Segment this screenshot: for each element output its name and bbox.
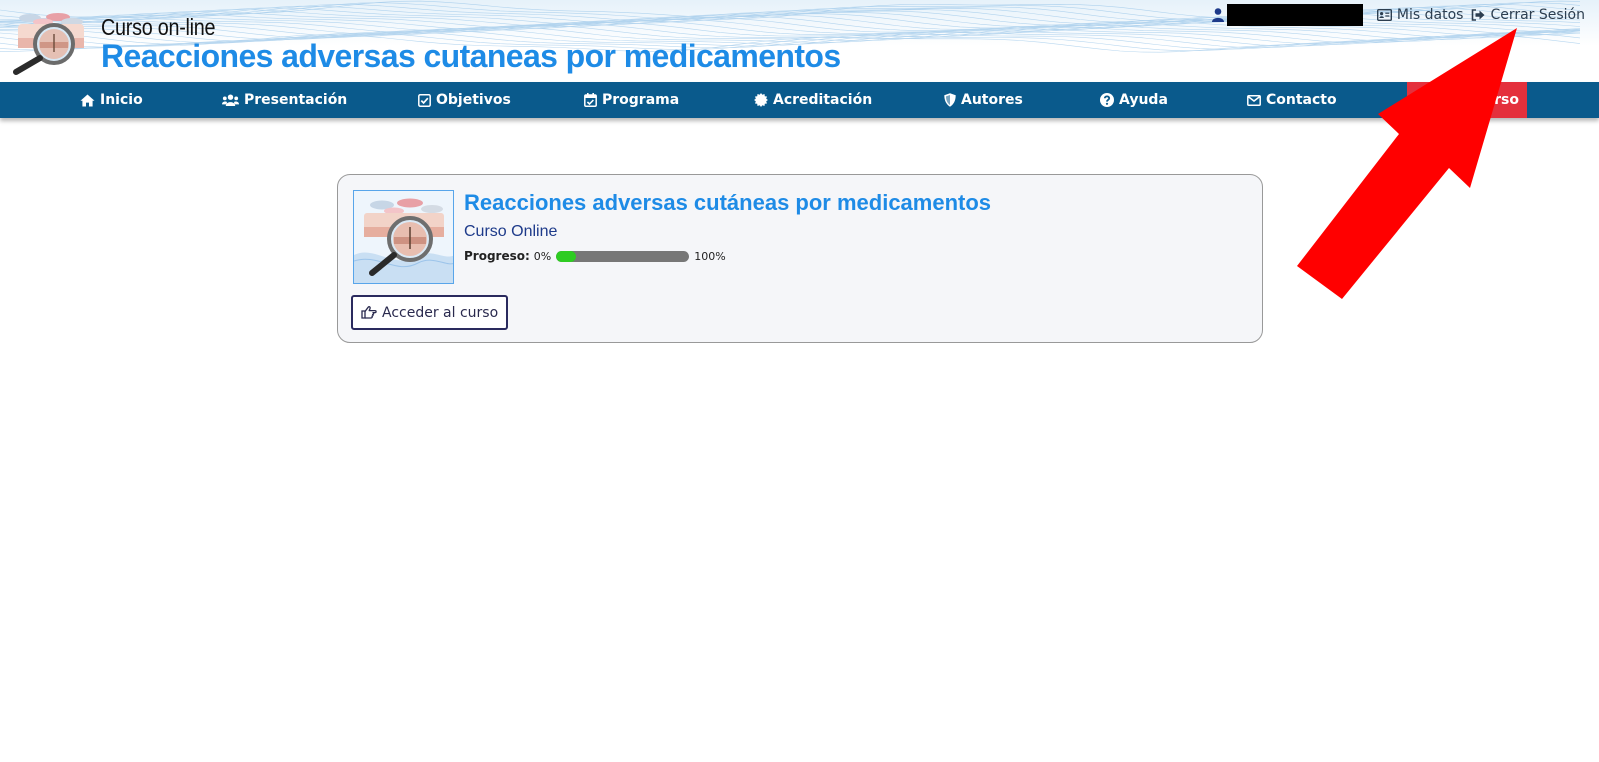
nav-label-programa: Programa: [602, 92, 680, 108]
envelope-icon: [1247, 94, 1261, 106]
user-bar: Mis datos Cerrar Sesión: [1211, 2, 1585, 28]
nav-item-programa[interactable]: Programa: [584, 82, 679, 118]
course-title[interactable]: Reacciones adversas cutáneas por medicam…: [464, 190, 991, 216]
progress-label: Progreso:: [464, 249, 530, 263]
nav-item-autores[interactable]: Autores: [944, 82, 1023, 118]
nav-label-contacto: Contacto: [1266, 92, 1337, 108]
id-card-icon: [1376, 9, 1392, 21]
certificate-icon: [754, 93, 768, 107]
course-thumbnail-image: [354, 191, 453, 283]
course-thumbnail: [353, 190, 454, 284]
nav-label-acreditacion: Acreditación: [773, 92, 873, 108]
nav-item-presentacion[interactable]: Presentación: [222, 82, 347, 118]
site-subtitle: Curso on-line: [101, 14, 216, 40]
nav-label-curso: urso: [1484, 92, 1519, 108]
main-nav: Inicio Presentación Objetivos Programa A…: [0, 82, 1599, 118]
question-circle-icon: [1100, 93, 1114, 107]
access-course-label: Acceder al curso: [382, 304, 499, 321]
sign-out-icon: [1472, 9, 1485, 21]
nav-item-ayuda[interactable]: Ayuda: [1100, 82, 1168, 118]
users-icon: [222, 94, 239, 106]
nav-item-contacto[interactable]: Contacto: [1247, 82, 1337, 118]
progress-bar: [556, 250, 690, 262]
access-course-button[interactable]: Acceder al curso: [351, 295, 509, 330]
calendar-check-icon: [584, 93, 597, 107]
logout-link[interactable]: Cerrar Sesión: [1471, 7, 1585, 23]
my-data-link[interactable]: Mis datos: [1376, 7, 1464, 23]
logout-label: Cerrar Sesión: [1490, 7, 1585, 23]
username-redacted: [1226, 4, 1363, 26]
site-title: Reacciones adversas cutaneas por medicam…: [101, 38, 841, 74]
nav-label-ayuda: Ayuda: [1119, 92, 1168, 108]
progress-max: 100%: [694, 249, 726, 263]
course-type: Curso Online: [464, 223, 558, 240]
user-icon: [1211, 8, 1224, 22]
check-square-icon: [418, 93, 431, 107]
hand-point-right-icon: [361, 306, 377, 319]
site-header: Curso on-line Reacciones adversas cutane…: [0, 0, 1599, 82]
course-card: Reacciones adversas cutáneas por medicam…: [337, 174, 1263, 343]
progress-bar-fill: [556, 250, 577, 262]
nav-item-acreditacion[interactable]: Acreditación: [754, 82, 872, 118]
nav-label-presentacion: Presentación: [244, 92, 348, 108]
nav-label-autores: Autores: [961, 92, 1023, 108]
shield-icon: [944, 93, 956, 107]
nav-item-objetivos[interactable]: Objetivos: [418, 82, 511, 118]
progress-row: Progreso: 0% 100%: [464, 247, 726, 265]
nav-item-inicio[interactable]: Inicio: [80, 82, 143, 118]
progress-min: 0%: [533, 249, 552, 263]
my-data-label: Mis datos: [1396, 7, 1464, 23]
nav-label-inicio: Inicio: [100, 92, 143, 108]
course-logo: [13, 13, 84, 75]
home-icon: [80, 94, 95, 106]
nav-label-objetivos: Objetivos: [436, 92, 511, 108]
nav-item-curso[interactable]: urso: [1407, 82, 1527, 118]
